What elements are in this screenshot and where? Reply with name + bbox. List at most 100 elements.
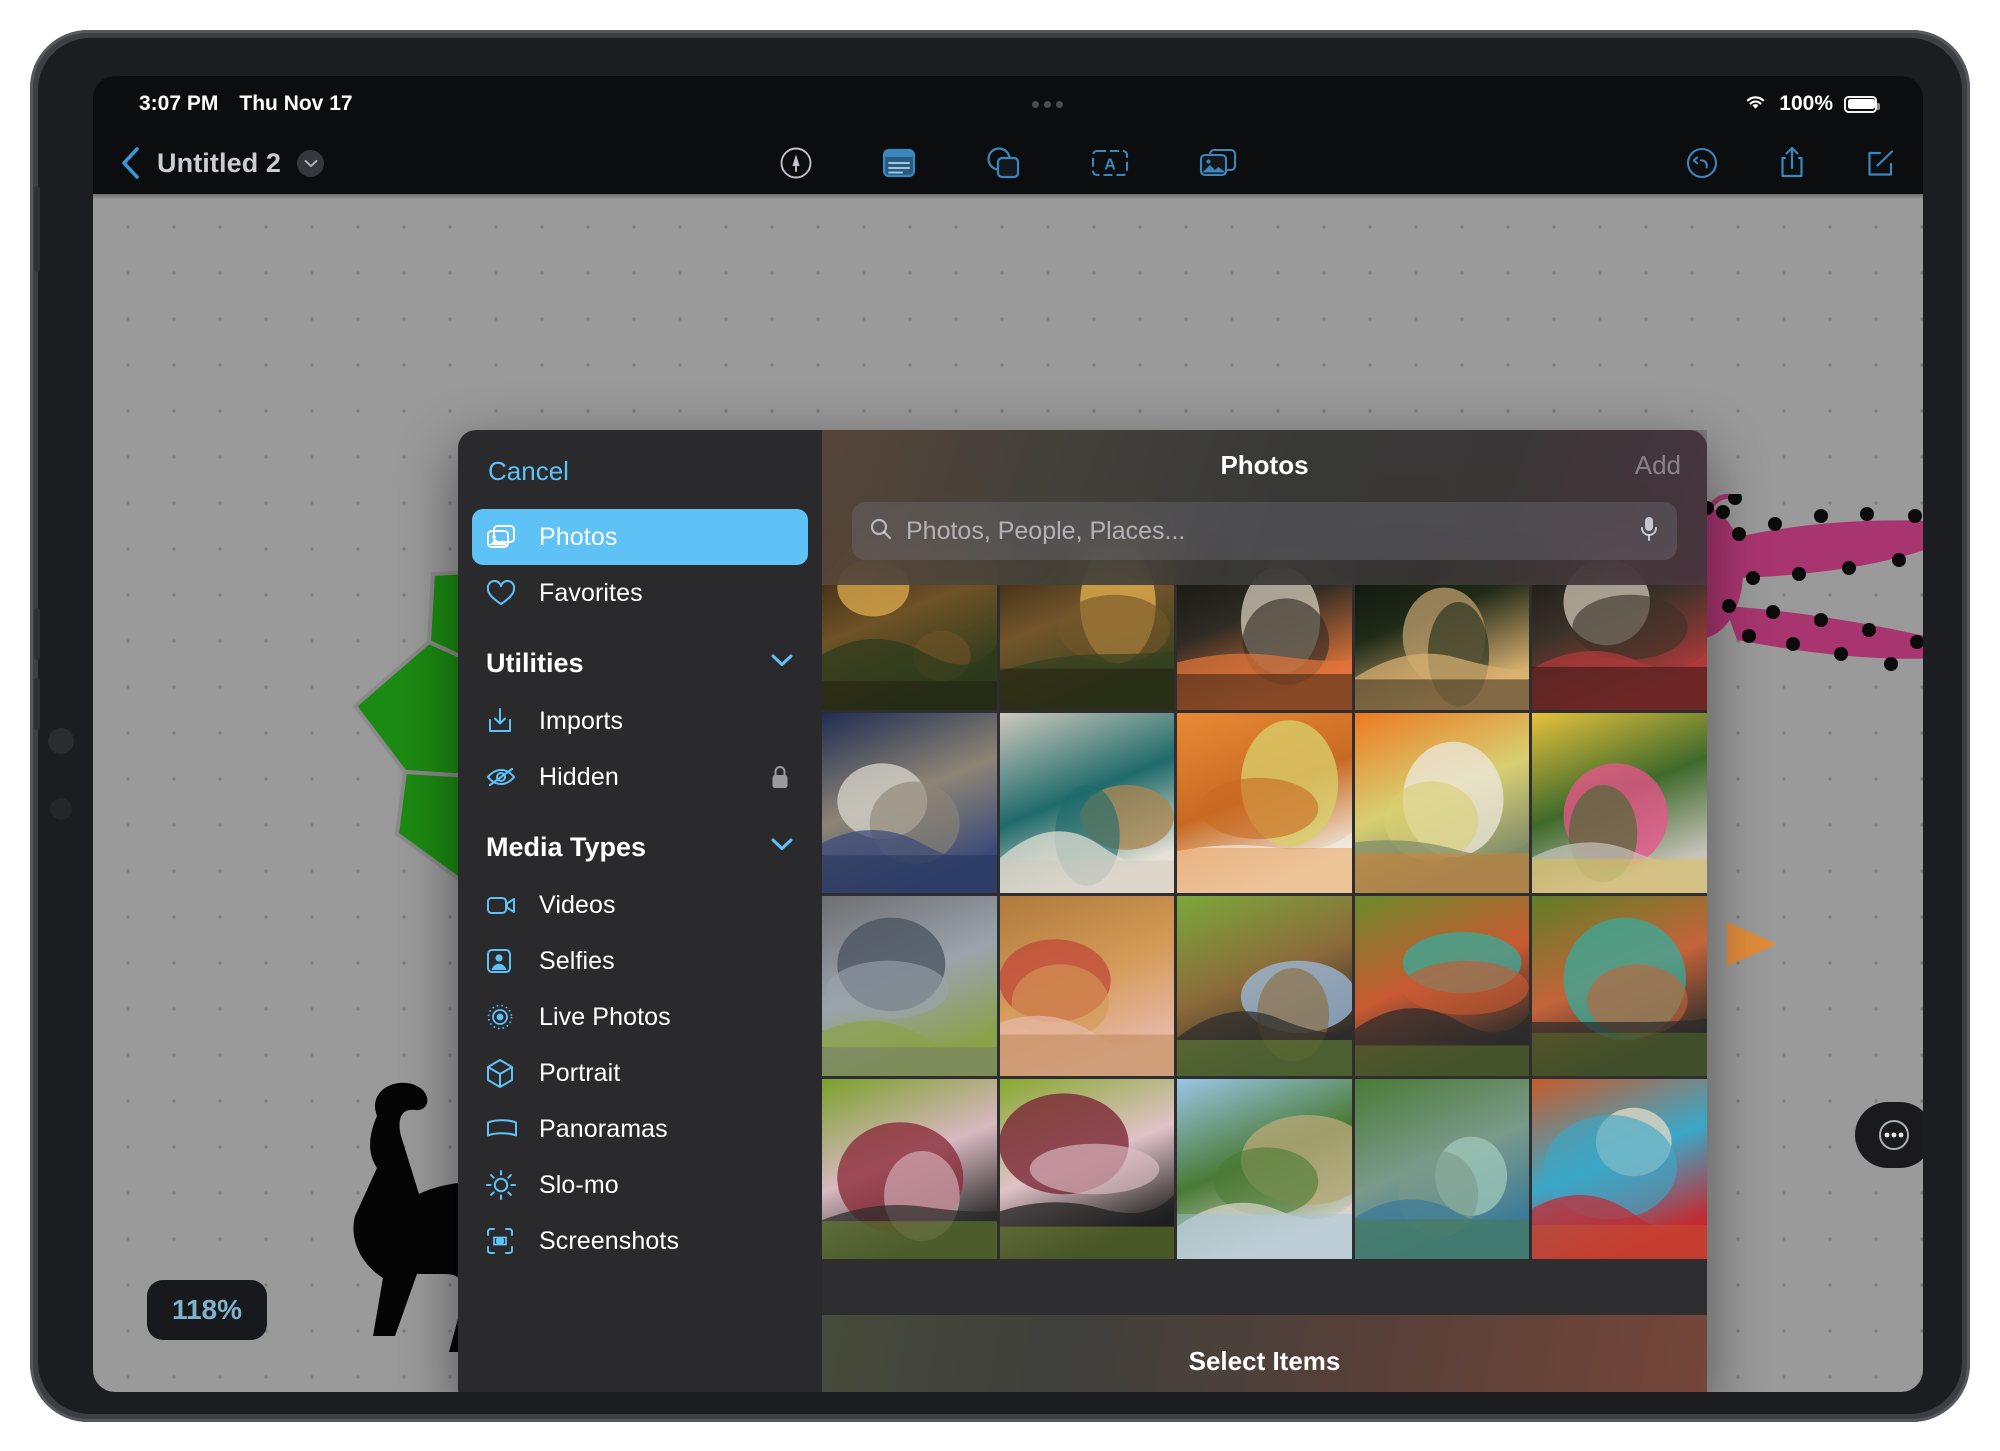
photo-grid [822, 530, 1707, 1392]
sidebar-section-utilities[interactable]: Utilities [486, 637, 794, 689]
photo-thumbnail[interactable] [999, 1079, 1175, 1259]
search-icon [869, 517, 893, 546]
ipad-device-frame: 3:07 PM Thu Nov 17 100% Untitled 2 A 118… [30, 30, 1970, 1422]
photos-stack-icon [486, 524, 520, 550]
sidebar-item-live-photos[interactable]: Live Photos [472, 989, 808, 1045]
pencil-attach-point [48, 728, 74, 754]
battery-percent-label: 100% [1779, 92, 1833, 115]
document-title[interactable]: Untitled 2 [157, 148, 281, 179]
sidebar-item-label: Imports [539, 706, 624, 735]
photo-thumbnail[interactable] [999, 713, 1175, 893]
photo-thumbnail[interactable] [822, 1079, 997, 1259]
thumbnail-image [1177, 713, 1352, 893]
photo-thumbnail[interactable] [1354, 1079, 1530, 1259]
thumbnail-image [822, 896, 997, 1076]
pencil-attach-point-secondary [50, 798, 72, 820]
document-canvas[interactable]: 118% Cancel Photos Favorites Utilities Impo… [93, 194, 1923, 1392]
sidebar-item-label: Screenshots [539, 1226, 680, 1255]
sidebar-item-panoramas[interactable]: Panoramas [472, 1101, 808, 1157]
sidebar-section-media-types[interactable]: Media Types [486, 821, 794, 873]
select-items-label: Select Items [1188, 1345, 1341, 1376]
wifi-icon [1743, 92, 1768, 117]
app-toolbar: Untitled 2 A [93, 132, 1923, 194]
sidebar-item-slo-mo[interactable]: Slo-mo [472, 1157, 808, 1213]
status-time: 3:07 PM [139, 92, 219, 115]
photo-thumbnail[interactable] [1177, 713, 1352, 893]
pen-circle-icon[interactable] [778, 145, 814, 181]
photo-thumbnail[interactable] [1177, 1079, 1352, 1259]
volume-up-button[interactable] [34, 608, 40, 660]
sidebar-item-label: Hidden [539, 762, 619, 791]
thumbnail-image [1532, 1079, 1707, 1259]
sidebar-item-selfies[interactable]: Selfies [472, 933, 808, 989]
thumbnail-image [999, 1079, 1175, 1259]
photo-thumbnail[interactable] [1177, 896, 1352, 1076]
text-a-icon[interactable]: A [1089, 148, 1131, 178]
status-bar-left: 3:07 PM Thu Nov 17 [139, 92, 353, 116]
svg-text:A: A [1104, 157, 1116, 174]
compose-pencil-icon[interactable] [1865, 147, 1897, 179]
sidebar-item-favorites[interactable]: Favorites [472, 565, 808, 621]
thumbnail-image [822, 713, 997, 893]
sidebar-item-screenshots[interactable]: Screenshots [472, 1213, 808, 1269]
photo-thumbnail[interactable] [1532, 713, 1707, 893]
power-button[interactable] [34, 186, 40, 272]
person-frame-icon [486, 948, 520, 974]
slomo-burst-icon [486, 1170, 520, 1200]
multitasking-dots-icon[interactable] [1032, 100, 1064, 108]
photo-thumbnail[interactable] [1532, 896, 1707, 1076]
search-placeholder: Photos, People, Places... [906, 516, 1186, 545]
volume-down-button[interactable] [34, 678, 40, 730]
select-items-button[interactable]: Select Items [822, 1315, 1707, 1392]
ellipsis-circle-icon[interactable] [1855, 1102, 1923, 1168]
chevron-down-icon[interactable] [297, 149, 325, 177]
search-input[interactable]: Photos, People, Places... [852, 502, 1677, 560]
thumbnail-image [999, 896, 1175, 1076]
device-body: 3:07 PM Thu Nov 17 100% Untitled 2 A 118… [34, 38, 1962, 1414]
sidebar-item-hidden[interactable]: Hidden [472, 749, 808, 805]
eye-slash-icon [486, 765, 520, 789]
battery-full-icon [1844, 95, 1880, 113]
thumbnail-image [1354, 1079, 1530, 1259]
sidebar-item-photos[interactable]: Photos [472, 509, 808, 565]
photo-picker-header: Photos Add Photos, People, Places... [822, 430, 1707, 585]
undo-circle-icon[interactable] [1685, 146, 1719, 180]
thumbnail-image [1354, 713, 1530, 893]
chevron-down-icon[interactable] [770, 653, 794, 673]
thumbnail-image [1177, 896, 1352, 1076]
add-button[interactable]: Add [1635, 450, 1681, 481]
orange-arrow-shape[interactable] [1723, 916, 1783, 972]
screenshot-icon [486, 1227, 520, 1255]
chevron-down-icon[interactable] [770, 837, 794, 857]
photos-stack-icon[interactable] [1198, 147, 1238, 179]
thumbnail-image [1354, 896, 1530, 1076]
note-lines-icon[interactable] [881, 147, 917, 179]
sidebar-item-portrait[interactable]: Portrait [472, 1045, 808, 1101]
photo-thumbnail[interactable] [822, 713, 997, 893]
status-bar-right: 100% [1743, 92, 1880, 117]
ipad-screen: 3:07 PM Thu Nov 17 100% Untitled 2 A 118… [93, 76, 1923, 1392]
zoom-level-label: 118% [171, 1294, 243, 1325]
sidebar-item-imports[interactable]: Imports [472, 693, 808, 749]
cancel-button[interactable]: Cancel [458, 446, 599, 509]
sidebar-section-label: Media Types [486, 831, 647, 862]
sidebar-list: Photos Favorites Utilities Imports Hidden Med… [458, 509, 822, 1269]
video-camera-icon [486, 894, 520, 916]
sidebar-item-label: Slo-mo [539, 1170, 619, 1199]
photo-thumbnail[interactable] [1354, 713, 1530, 893]
status-bar: 3:07 PM Thu Nov 17 100% [93, 76, 1923, 132]
photo-thumbnail[interactable] [822, 896, 997, 1076]
photo-thumbnail[interactable] [1532, 1079, 1707, 1259]
shapes-icon[interactable] [984, 146, 1022, 180]
photo-thumbnail[interactable] [999, 896, 1175, 1076]
photo-picker-sidebar: Cancel Photos Favorites Utilities Imports Hi… [458, 430, 822, 1392]
microphone-icon[interactable] [1638, 515, 1660, 548]
zoom-level-indicator[interactable]: 118% [147, 1280, 267, 1340]
back-chevron-icon[interactable] [119, 146, 141, 180]
status-bar-center [353, 100, 1744, 108]
panorama-icon [486, 1118, 520, 1140]
photo-picker-main: Photos Add Photos, People, Places... Sel… [822, 430, 1707, 1392]
photo-thumbnail[interactable] [1354, 896, 1530, 1076]
sidebar-item-videos[interactable]: Videos [472, 877, 808, 933]
share-up-icon[interactable] [1777, 145, 1807, 181]
